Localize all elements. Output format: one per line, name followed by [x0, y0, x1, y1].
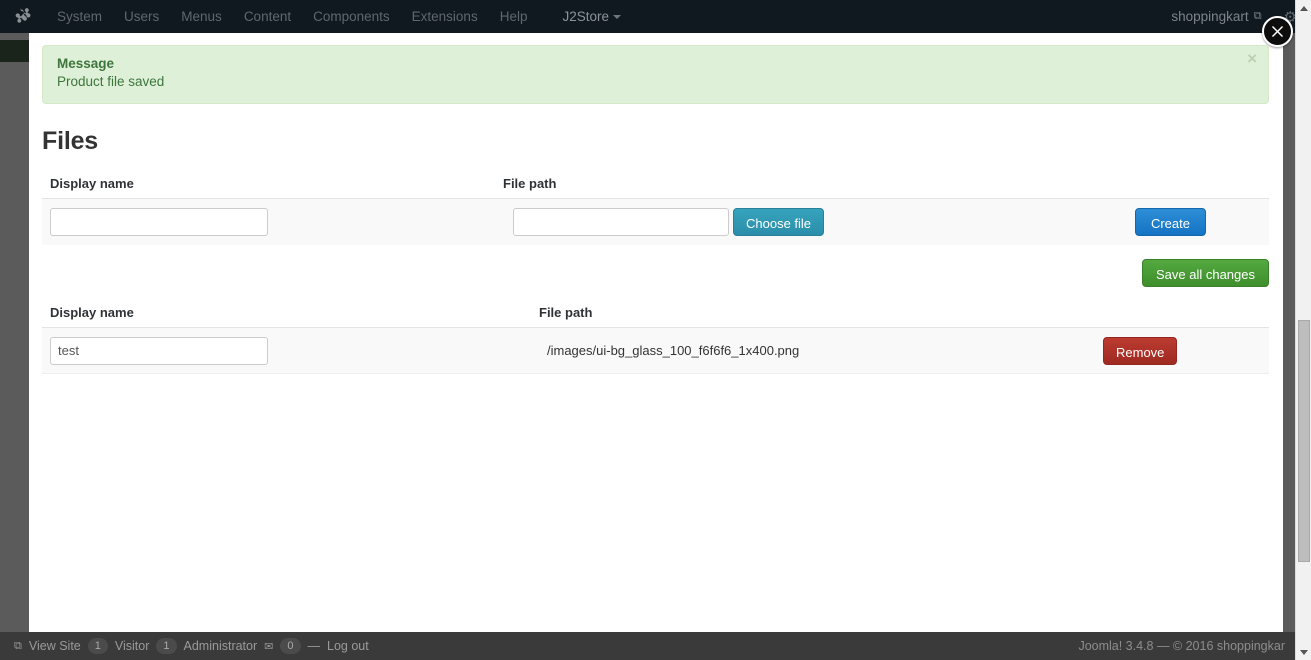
- visitor-label: Visitor: [114, 639, 150, 653]
- nav-item-j2store-label: J2Store: [562, 9, 609, 24]
- create-button-wrap: Create: [824, 208, 1269, 236]
- nav-item-users[interactable]: Users: [113, 0, 170, 33]
- nav-item-components[interactable]: Components: [302, 0, 401, 33]
- list-header-display-name: Display name: [50, 305, 134, 320]
- modal-body: × Message Product file saved Files Displ…: [29, 33, 1283, 374]
- list-header-actions: [1087, 305, 1269, 320]
- footer-separator: —: [307, 639, 321, 653]
- current-user-label[interactable]: shoppingkart: [1171, 9, 1248, 24]
- row-actions: Remove: [1095, 336, 1269, 365]
- nav-item-menus[interactable]: Menus: [170, 0, 233, 33]
- nav-item-j2store[interactable]: J2Store: [538, 0, 632, 33]
- browser-scrollbar[interactable]: [1295, 0, 1311, 660]
- footer-left-group: ⧉ View Site 1 Visitor 1 Administrator ✉ …: [14, 637, 369, 655]
- close-icon[interactable]: [1262, 16, 1293, 47]
- alert-dismiss-button[interactable]: ×: [1247, 50, 1257, 67]
- create-file-form: Display name File path Choose file Creat…: [42, 176, 1269, 245]
- chevron-down-icon: [613, 15, 621, 20]
- alert-message: Product file saved: [57, 74, 165, 89]
- message-count-badge: 0: [280, 637, 301, 655]
- administrator-label: Administrator: [183, 639, 258, 653]
- create-button[interactable]: Create: [1134, 208, 1206, 236]
- page-title: Files: [42, 127, 98, 155]
- nav-item-system[interactable]: System: [46, 0, 113, 33]
- mail-icon[interactable]: ✉: [264, 640, 273, 653]
- admin-top-navbar: System Users Menus Content Components Ex…: [0, 0, 1311, 33]
- remove-button[interactable]: Remove: [1103, 336, 1178, 365]
- admin-footer: ⧉ View Site 1 Visitor 1 Administrator ✉ …: [0, 632, 1295, 660]
- success-alert: × Message Product file saved: [42, 45, 1269, 104]
- create-header-display-name: Display name: [50, 176, 134, 191]
- row-display-name-input[interactable]: [50, 336, 268, 365]
- nav-item-content[interactable]: Content: [233, 0, 302, 33]
- row-file-path: /images/ui-bg_glass_100_f6f6f6_1x400.png: [547, 343, 800, 358]
- alert-title: Message: [57, 56, 115, 71]
- create-form-row: Choose file Create: [42, 199, 1269, 245]
- nav-item-help[interactable]: Help: [489, 0, 539, 33]
- list-header-row: Display name File path: [42, 305, 1269, 328]
- create-form-header-row: Display name File path: [42, 176, 1269, 199]
- save-all-changes-button[interactable]: Save all changes: [1141, 259, 1269, 287]
- choose-file-button[interactable]: Choose file: [733, 208, 825, 236]
- files-modal: × Message Product file saved Files Displ…: [29, 33, 1283, 632]
- files-list: Display name File path /images/ui-bg_gla…: [42, 305, 1269, 374]
- external-link-icon[interactable]: ⧉: [1254, 10, 1262, 23]
- create-header-file-path: File path: [503, 176, 557, 191]
- visitor-count-badge: 1: [87, 637, 108, 655]
- nav-item-extensions[interactable]: Extensions: [401, 0, 489, 33]
- joomla-logo-icon[interactable]: [0, 0, 46, 33]
- log-out-link[interactable]: Log out: [327, 639, 369, 653]
- file-path-input[interactable]: [513, 208, 729, 236]
- admin-page: System Users Menus Content Components Ex…: [0, 0, 1311, 660]
- external-link-icon: ⧉: [14, 639, 22, 652]
- view-site-link[interactable]: View Site: [29, 639, 81, 653]
- display-name-input[interactable]: [50, 208, 268, 236]
- scrollbar-thumb[interactable]: [1298, 320, 1310, 562]
- admin-count-badge: 1: [156, 637, 177, 655]
- scroll-up-arrow-icon[interactable]: [1296, 0, 1311, 16]
- save-all-row: Save all changes: [42, 259, 1269, 287]
- footer-copyright: Joomla! 3.4.8 — © 2016 shoppingkar: [1078, 639, 1285, 653]
- scroll-down-arrow-icon[interactable]: [1296, 644, 1311, 660]
- table-row: /images/ui-bg_glass_100_f6f6f6_1x400.png…: [42, 328, 1269, 374]
- list-header-file-path: File path: [539, 305, 593, 320]
- create-header-actions: [1102, 176, 1269, 191]
- modal-scroll-edge: [1271, 33, 1283, 632]
